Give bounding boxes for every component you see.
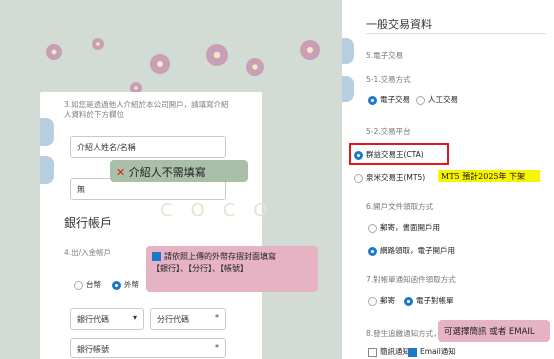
radio-e-statement-label: 電子對帳單: [416, 296, 454, 305]
flower-decoration: [246, 58, 264, 76]
bank-section-title: 銀行帳戶: [64, 216, 113, 230]
radio-cta-circle[interactable]: [354, 150, 363, 160]
referral-question: 3.如您是透過他人介紹於本公司開戶，請填寫介紹人資料於下方欄位: [64, 100, 229, 119]
divider: [366, 33, 546, 34]
radio-mt5-label: 泉米交易王(MT5): [366, 173, 426, 182]
flower-decoration: [150, 54, 170, 74]
checkbox-email[interactable]: Email通知: [408, 346, 456, 357]
checkbox-email-box[interactable]: [408, 347, 417, 357]
checkbox-email-label: Email通知: [420, 347, 456, 356]
radio-post-circle[interactable]: [368, 296, 377, 306]
mt5-note: MT5 預計2025年 下架: [438, 170, 540, 182]
side-tab[interactable]: [342, 76, 354, 102]
radio-post[interactable]: 郵寄: [368, 295, 395, 306]
radio-foreign[interactable]: 外幣: [112, 279, 139, 290]
flower-decoration: [206, 44, 228, 66]
radio-electronic-circle[interactable]: [368, 95, 377, 105]
referrer-select-value: 無: [77, 185, 85, 194]
referrer-name-input[interactable]: 介紹人姓名/名稱: [70, 136, 226, 158]
radio-domestic-circle[interactable]: [74, 280, 83, 290]
bank-code-select[interactable]: 銀行代碼 ▾: [70, 308, 144, 330]
referrer-name-placeholder: 介紹人姓名/名稱: [77, 143, 136, 152]
flower-decoration: [300, 40, 320, 60]
required-mark: *: [215, 343, 219, 352]
no-referrer-callout: ✕ 介紹人不需填寫: [110, 160, 248, 182]
watermark: COCO: [160, 200, 286, 221]
branch-code-select[interactable]: 分行代碼 *: [150, 308, 226, 330]
radio-e-statement-circle[interactable]: [404, 296, 413, 306]
sec5-title: 5.電子交易: [366, 51, 404, 60]
checkbox-sms-label: 簡訊通知: [380, 347, 410, 356]
chevron-down-icon: ▾: [132, 313, 137, 322]
radio-manual[interactable]: 人工交易: [416, 94, 458, 105]
radio-foreign-circle[interactable]: [112, 280, 121, 290]
radio-online-circle[interactable]: [368, 246, 377, 256]
branch-code-label: 分行代碼: [157, 315, 189, 324]
bank-code-label: 銀行代碼: [77, 315, 109, 324]
radio-online-label: 網路領取，電子開戶用: [380, 246, 455, 255]
side-tab[interactable]: [342, 38, 354, 64]
close-icon: ✕: [116, 166, 126, 179]
radio-mail-book[interactable]: 郵寄，書面開戶用: [368, 222, 440, 233]
side-tab[interactable]: [40, 156, 54, 184]
flower-decoration: [46, 44, 62, 60]
required-mark: *: [215, 313, 219, 322]
radio-manual-circle[interactable]: [416, 95, 425, 105]
radio-domestic[interactable]: 台幣: [74, 279, 101, 290]
checkbox-icon: [152, 252, 161, 261]
radio-mail-book-label: 郵寄，書面開戶用: [380, 223, 440, 232]
flower-decoration: [92, 38, 104, 50]
radio-mail-book-circle[interactable]: [368, 223, 377, 233]
radio-electronic-label: 電子交易: [380, 95, 410, 104]
sec5-2-label: 5-2.交易平台: [366, 127, 411, 136]
bank-note-line2: 【銀行】、【分行】、【帳號】: [152, 264, 248, 273]
sec7-label: 7.對帳單通知函件領取方式: [366, 275, 456, 284]
radio-foreign-label: 外幣: [124, 280, 139, 289]
checkbox-sms-box[interactable]: [368, 347, 377, 357]
panel-title: 一般交易資料: [366, 18, 432, 31]
notify-note-callout: 可選擇簡訊 或者 EMAIL: [438, 320, 550, 342]
deposit-question: 4.出/入金帳戶: [64, 248, 112, 257]
bank-note-callout: 請依照上傳的外幣存摺封面填寫 【銀行】、【分行】、【帳號】: [146, 246, 318, 292]
side-tab[interactable]: [40, 118, 54, 146]
radio-mt5-circle[interactable]: [354, 173, 363, 183]
radio-e-statement[interactable]: 電子對帳單: [404, 295, 454, 306]
bank-note-line1: 請依照上傳的外幣存摺封面填寫: [164, 252, 276, 261]
account-number-input[interactable]: 銀行帳號 *: [70, 338, 226, 358]
no-referrer-text: 介紹人不需填寫: [128, 166, 206, 179]
radio-manual-label: 人工交易: [428, 95, 458, 104]
radio-cta-label: 群益交易王(CTA): [366, 150, 424, 159]
sec8-label: 8.發生追繳通知方式，可: [366, 329, 449, 338]
account-number-label: 銀行帳號: [77, 345, 109, 354]
radio-online[interactable]: 網路領取，電子開戶用: [368, 245, 455, 256]
radio-cta[interactable]: 群益交易王(CTA): [354, 149, 424, 160]
sec6-label: 6.開戶文件領取方式: [366, 202, 434, 211]
checkbox-sms[interactable]: 簡訊通知: [368, 346, 410, 357]
radio-mt5[interactable]: 泉米交易王(MT5): [354, 172, 425, 183]
radio-post-label: 郵寄: [380, 296, 395, 305]
radio-domestic-label: 台幣: [86, 280, 101, 289]
sec5-1-label: 5-1.交易方式: [366, 75, 411, 84]
radio-electronic[interactable]: 電子交易: [368, 94, 410, 105]
